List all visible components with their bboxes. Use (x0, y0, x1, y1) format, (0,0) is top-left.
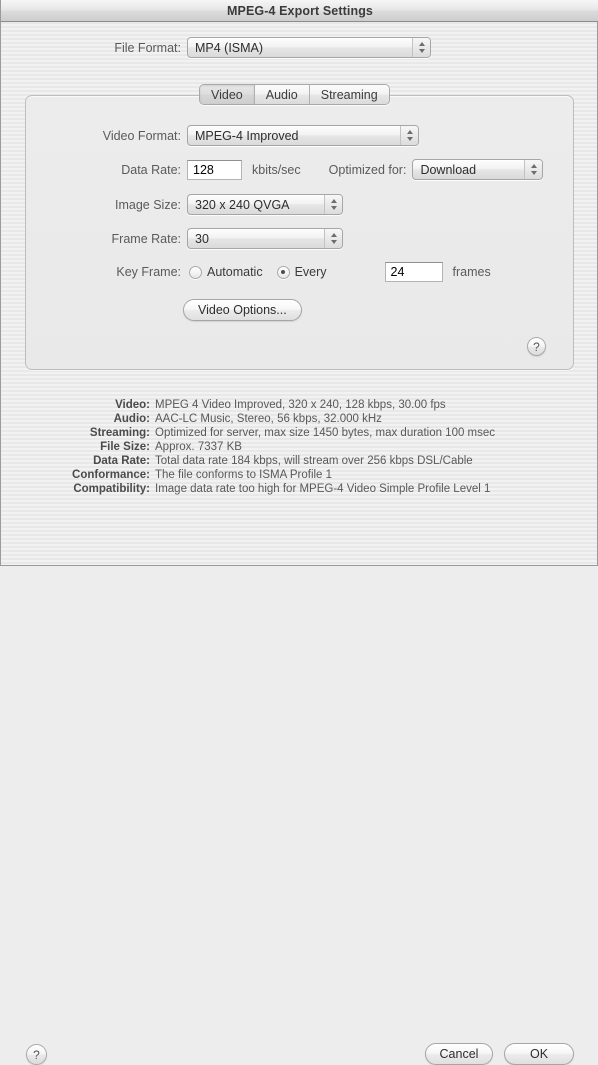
summary-row: File Size: Approx. 7337 KB (1, 441, 598, 455)
key-frame-automatic-label: Automatic (207, 265, 263, 279)
video-options-button[interactable]: Video Options... (183, 299, 302, 321)
tab-audio-label: Audio (265, 87, 298, 102)
summary-row: Compatibility: Image data rate too high … (1, 483, 598, 497)
summary-value: Total data rate 184 kbps, will stream ov… (155, 455, 473, 467)
popup-arrows-icon (412, 38, 430, 57)
settings-summary: Video: MPEG 4 Video Improved, 320 x 240,… (1, 399, 598, 497)
key-frame-every-radio[interactable]: Every (276, 265, 327, 279)
summary-row: Data Rate: Total data rate 184 kbps, wil… (1, 455, 598, 469)
panel-help-button[interactable]: ? (527, 337, 546, 356)
summary-value: Approx. 7337 KB (155, 441, 242, 453)
key-frame-row: Key Frame: Automatic Every 24 frames (1, 262, 598, 282)
data-rate-value: 128 (193, 162, 214, 177)
key-frame-label: Key Frame: (116, 265, 181, 279)
summary-key: File Size: (100, 441, 150, 453)
frame-rate-popup[interactable]: 30 (187, 228, 343, 249)
video-format-value: MPEG-4 Improved (195, 128, 299, 143)
data-rate-row: Data Rate: 128 kbits/sec Optimized for: … (1, 159, 598, 180)
popup-arrows-icon (400, 126, 418, 145)
summary-value: Image data rate too high for MPEG-4 Vide… (155, 483, 491, 495)
key-frame-every-label: Every (294, 265, 327, 279)
tab-audio[interactable]: Audio (254, 85, 310, 104)
triangle-up-icon (330, 199, 337, 203)
file-format-popup[interactable]: MP4 (ISMA) (187, 37, 431, 58)
data-rate-units: kbits/sec (252, 162, 301, 177)
popup-arrows-icon (324, 195, 342, 214)
popup-arrows-icon (524, 160, 543, 179)
question-mark-icon: ? (33, 1047, 40, 1062)
file-format-row: File Format: MP4 (ISMA) (1, 37, 598, 58)
video-format-label: Video Format: (102, 128, 181, 143)
file-format-value: MP4 (ISMA) (195, 40, 264, 55)
frame-rate-label: Frame Rate: (111, 231, 181, 246)
data-rate-label: Data Rate: (121, 162, 181, 177)
optimized-for-label: Optimized for: (328, 162, 407, 177)
footer-help-button[interactable]: ? (26, 1044, 47, 1065)
summary-key: Conformance: (72, 469, 150, 481)
summary-key: Audio: (113, 413, 150, 425)
triangle-down-icon (406, 137, 413, 141)
cancel-button-label: Cancel (439, 1047, 479, 1061)
summary-value: MPEG 4 Video Improved, 320 x 240, 128 kb… (155, 399, 446, 411)
question-mark-icon: ? (533, 339, 540, 354)
summary-row: Audio: AAC-LC Music, Stereo, 56 kbps, 32… (1, 413, 598, 427)
window-titlebar: MPEG-4 Export Settings (1, 0, 598, 22)
settings-tabbar: Video Audio Streaming (199, 84, 390, 105)
triangle-up-icon (530, 164, 537, 168)
summary-key: Compatibility: (73, 483, 150, 495)
key-frame-automatic-radio[interactable]: Automatic (189, 265, 263, 279)
ok-button-label: OK (529, 1047, 549, 1061)
summary-key: Video: (115, 399, 150, 411)
image-size-row: Image Size: 320 x 240 QVGA (1, 194, 598, 215)
window-title: MPEG-4 Export Settings (227, 3, 373, 18)
optimized-for-value: Download (420, 162, 477, 177)
tab-streaming-label: Streaming (320, 87, 378, 102)
cancel-button[interactable]: Cancel (425, 1043, 493, 1065)
summary-row: Video: MPEG 4 Video Improved, 320 x 240,… (1, 399, 598, 413)
popup-arrows-icon (324, 229, 342, 248)
triangle-down-icon (330, 206, 337, 210)
file-format-label: File Format: (114, 40, 181, 55)
radio-off-icon (189, 265, 202, 279)
dialog-footer: ? Cancel OK (1, 517, 598, 1065)
summary-key: Streaming: (89, 427, 150, 439)
ok-button[interactable]: OK (504, 1043, 574, 1065)
triangle-up-icon (418, 42, 425, 46)
summary-value: AAC-LC Music, Stereo, 56 kbps, 32.000 kH… (155, 413, 382, 425)
tab-streaming[interactable]: Streaming (309, 85, 389, 104)
key-frame-interval-value: 24 (390, 265, 405, 279)
data-rate-input[interactable]: 128 (187, 159, 242, 180)
tab-video-label: Video (211, 87, 243, 102)
video-format-popup[interactable]: MPEG-4 Improved (187, 125, 419, 146)
frame-rate-row: Frame Rate: 30 (1, 228, 598, 249)
image-size-label: Image Size: (114, 197, 181, 212)
optimized-for-popup[interactable]: Download (412, 159, 544, 180)
image-size-popup[interactable]: 320 x 240 QVGA (187, 194, 343, 215)
summary-value: The file conforms to ISMA Profile 1 (155, 469, 333, 481)
key-frame-units: frames (452, 265, 491, 279)
triangle-up-icon (406, 130, 413, 134)
video-options-button-label: Video Options... (198, 303, 287, 317)
summary-row: Streaming: Optimized for server, max siz… (1, 427, 598, 441)
triangle-down-icon (530, 171, 537, 175)
video-format-row: Video Format: MPEG-4 Improved (1, 125, 598, 146)
triangle-down-icon (418, 49, 425, 53)
frame-rate-value: 30 (195, 231, 209, 246)
summary-value: Optimized for server, max size 1450 byte… (155, 427, 496, 439)
key-frame-interval-input[interactable]: 24 (384, 262, 443, 282)
radio-on-icon (276, 265, 290, 279)
summary-row: Conformance: The file conforms to ISMA P… (1, 469, 598, 483)
tab-video[interactable]: Video (200, 85, 255, 104)
image-size-value: 320 x 240 QVGA (195, 197, 290, 212)
export-settings-dialog: MPEG-4 Export Settings File Format: MP4 … (0, 0, 598, 1065)
summary-key: Data Rate: (93, 455, 150, 467)
triangle-up-icon (330, 233, 337, 237)
triangle-down-icon (330, 240, 337, 244)
